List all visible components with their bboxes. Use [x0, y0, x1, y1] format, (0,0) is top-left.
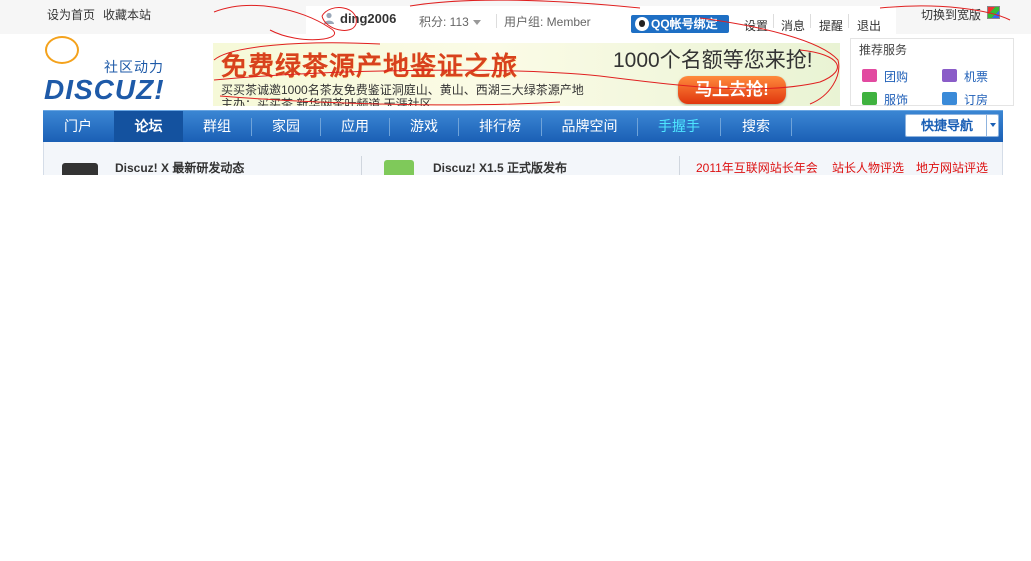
- qq-bind-label: QQ帐号绑定: [651, 17, 718, 31]
- username-link[interactable]: ding2006: [340, 11, 396, 26]
- news-item-title[interactable]: Discuz! X 最新研发动态: [115, 159, 244, 176]
- recommended-title: 推荐服务: [859, 43, 908, 57]
- service-label: 服饰: [884, 93, 909, 107]
- credits-label: 积分: 113: [419, 15, 469, 29]
- quick-nav-button[interactable]: 快捷导航: [905, 114, 999, 137]
- nav-search[interactable]: 搜索: [721, 111, 791, 142]
- shopping-cart-icon: [862, 69, 877, 82]
- logout-link[interactable]: 退出: [857, 17, 881, 34]
- hot-link[interactable]: 地方网站评选: [916, 159, 988, 176]
- news-thumbnail[interactable]: [384, 160, 414, 175]
- nav-home[interactable]: 家园: [252, 111, 320, 142]
- service-air-tickets[interactable]: 机票: [942, 68, 989, 85]
- service-hotel[interactable]: 订房: [942, 91, 989, 108]
- nav-brand-space[interactable]: 品牌空间: [542, 111, 637, 142]
- service-group-buy[interactable]: 团购: [862, 68, 909, 85]
- user-group-label: 用户组: Member: [504, 15, 591, 29]
- divider: [848, 14, 849, 28]
- logo-name: DISCUZ!: [44, 74, 165, 105]
- quick-nav-label: 快捷导航: [921, 118, 974, 133]
- service-label: 团购: [884, 70, 909, 84]
- nav-portal[interactable]: 门户: [43, 111, 113, 142]
- nav-apps[interactable]: 应用: [321, 111, 389, 142]
- banner-organizers: 主办：买买茶 新华网茶叶频道 天涯社区: [221, 97, 432, 106]
- news-thumbnail[interactable]: [62, 163, 98, 175]
- chevron-down-icon: [986, 115, 998, 136]
- color-theme-icon[interactable]: [987, 6, 1000, 19]
- nav-handshake[interactable]: 手握手: [638, 111, 720, 142]
- set-homepage-link[interactable]: 设为首页: [47, 6, 95, 23]
- divider: [361, 156, 362, 175]
- logo-bubble-icon: [45, 36, 79, 64]
- credits-dropdown[interactable]: 积分: 113: [419, 13, 481, 30]
- hot-link[interactable]: 站长人物评选: [832, 159, 904, 176]
- nav-games[interactable]: 游戏: [390, 111, 458, 142]
- ad-banner[interactable]: 免费绿茶源产地鉴证之旅 1000个名额等您来抢! 买买茶诚邀1000名茶友免费鉴…: [213, 43, 840, 106]
- news-item-title[interactable]: Discuz! X1.5 正式版发布: [433, 159, 567, 176]
- divider: [773, 14, 774, 28]
- service-clothing[interactable]: 服饰: [862, 91, 909, 108]
- site-logo[interactable]: 社区动力 DISCUZ!: [42, 36, 182, 105]
- service-label: 订房: [964, 93, 989, 107]
- qq-bind-button[interactable]: QQ帐号绑定: [631, 15, 729, 33]
- qq-penguin-icon: [635, 17, 649, 31]
- bookmark-site-link[interactable]: 收藏本站: [103, 6, 151, 23]
- hot-link[interactable]: 2011年互联网站长年会: [696, 159, 818, 176]
- settings-link[interactable]: 设置: [744, 17, 768, 34]
- news-strip: Discuz! X 最新研发动态 Discuz! X1.5 正式版发布 2011…: [43, 142, 1003, 175]
- main-nav: 门户 论坛 群组 家园 应用 游戏 排行榜 品牌空间 手握手 搜索 快捷导航: [43, 110, 1003, 142]
- service-label: 机票: [964, 70, 989, 84]
- divider: [810, 14, 811, 28]
- notifications-link[interactable]: 提醒: [819, 17, 843, 34]
- nav-rankings[interactable]: 排行榜: [459, 111, 541, 142]
- nav-divider: [791, 118, 792, 136]
- shirt-icon: [862, 92, 877, 105]
- nav-groups[interactable]: 群组: [183, 111, 251, 142]
- airplane-icon: [942, 69, 957, 82]
- user-icon: [324, 12, 334, 24]
- messages-link[interactable]: 消息: [781, 17, 805, 34]
- divider: [679, 156, 680, 175]
- switch-wide-link[interactable]: 切换到宽版: [921, 6, 981, 23]
- divider: [496, 14, 497, 28]
- banner-grab-button[interactable]: 马上去抢!: [678, 76, 786, 104]
- recommended-services: 推荐服务 团购 机票 服饰 订房: [850, 38, 1014, 108]
- banner-offer: 1000个名额等您来抢!: [613, 49, 813, 72]
- house-icon: [942, 92, 957, 105]
- banner-title: 免费绿茶源产地鉴证之旅: [221, 51, 519, 81]
- chevron-down-icon: [472, 20, 481, 26]
- nav-forum[interactable]: 论坛: [114, 111, 183, 142]
